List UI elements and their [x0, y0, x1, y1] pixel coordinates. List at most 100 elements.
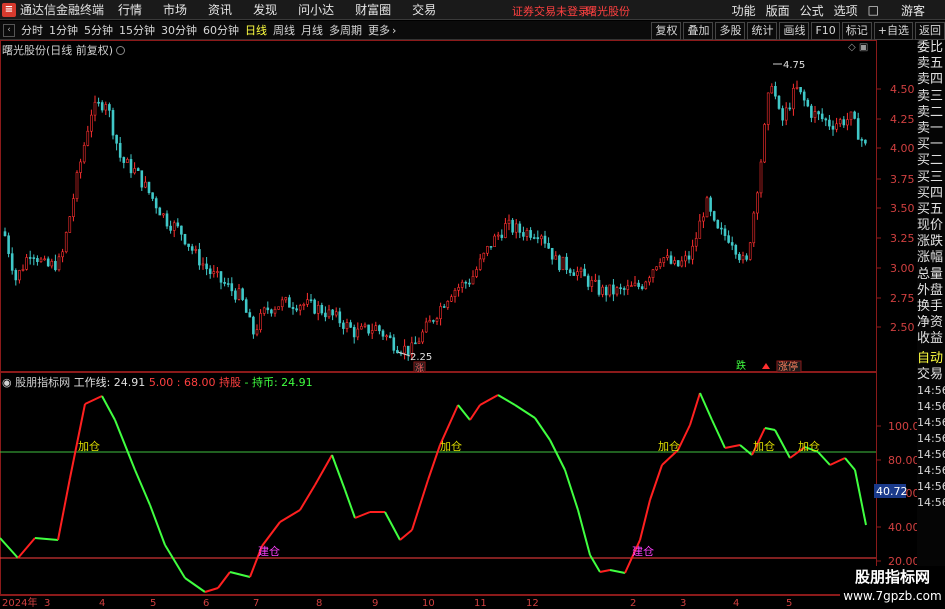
x-tick: 4: [733, 598, 739, 609]
side-label[interactable]: 现价: [917, 218, 945, 234]
candle-body: [154, 198, 158, 209]
up-triangle-icon: [762, 363, 770, 369]
side-label[interactable]: 委比: [917, 40, 945, 56]
x-tick: 3: [44, 598, 50, 609]
candle-body: [10, 253, 14, 271]
side-label[interactable]: 换手: [917, 299, 945, 315]
candle-body: [367, 324, 370, 334]
back-button[interactable]: 返回: [915, 21, 945, 40]
side-label[interactable]: 涨幅: [917, 250, 945, 266]
candle-body: [320, 304, 324, 314]
indicator-name[interactable]: 股朋指标网: [15, 376, 70, 389]
side-label[interactable]: 买三: [917, 170, 945, 186]
candle-body: [565, 256, 568, 270]
side-label[interactable]: 卖一: [917, 121, 945, 137]
indicator-segment: [479, 394, 499, 406]
candle-body: [360, 326, 363, 330]
candle-body: [273, 309, 277, 314]
indicator-segment: [649, 464, 663, 501]
candle-body: [298, 305, 302, 311]
candle-body: [270, 309, 273, 314]
price-tick: 3.75: [890, 173, 915, 186]
candle-body: [810, 105, 813, 118]
candle-body: [266, 307, 270, 311]
candle-body: [414, 342, 417, 345]
candle-body: [36, 258, 39, 262]
candle-body: [550, 247, 554, 260]
candle-body: [50, 260, 54, 267]
candle-body: [741, 255, 745, 261]
candle-body: [165, 213, 169, 227]
candle-body: [309, 299, 313, 302]
side-label[interactable]: 卖五: [917, 56, 945, 72]
candle-body: [723, 228, 727, 236]
candle-body: [604, 286, 608, 296]
candle-body: [694, 238, 698, 247]
indicator-series: [0, 392, 867, 593]
price-tick: 3.00: [890, 262, 915, 275]
candle-body: [313, 299, 316, 314]
candle-body: [104, 104, 108, 111]
side-label[interactable]: 买四: [917, 186, 945, 202]
candle-body: [223, 281, 226, 284]
candle-body: [316, 304, 320, 314]
candle-body: [673, 260, 676, 264]
side-label[interactable]: 卖四: [917, 72, 945, 88]
auto-label[interactable]: 自动: [917, 351, 945, 367]
candle-body: [543, 235, 547, 244]
candle-body: [522, 232, 525, 237]
candle-body: [756, 192, 759, 214]
settings-dot-icon[interactable]: [116, 46, 126, 55]
trade-label[interactable]: 交易: [917, 367, 945, 383]
candle-body: [284, 297, 288, 301]
indicator-segment: [689, 392, 701, 426]
side-label[interactable]: 买二: [917, 153, 945, 169]
indicator-settings-icon[interactable]: ◉: [2, 376, 12, 389]
trade-time: 14:56: [917, 479, 945, 493]
indicator-segment: [817, 451, 831, 466]
indicator-lines: [0, 451, 876, 559]
indicator-panel-frame: [0, 372, 877, 595]
trade-time: 14:56: [917, 399, 945, 413]
candle-body: [126, 159, 129, 163]
candle-body: [846, 119, 849, 126]
candle-body: [43, 258, 46, 261]
trade-time: 14:56: [917, 431, 945, 445]
indicator-segment: [457, 404, 471, 421]
side-label[interactable]: 涨跌: [917, 234, 945, 250]
candle-body: [277, 306, 280, 310]
candle-body: [655, 266, 658, 271]
candle-body: [219, 271, 223, 283]
candle-body: [14, 270, 18, 281]
price-tick: 4.25: [890, 113, 915, 126]
candle-body: [709, 197, 712, 212]
candle-body: [28, 257, 32, 259]
side-label[interactable]: 净资: [917, 315, 945, 331]
indicator-segment: [854, 469, 867, 526]
chart-corner-icons[interactable]: ◇ ▣: [848, 42, 868, 53]
indicator-tick: 100.00: [888, 420, 917, 433]
current-value-label: 40.72: [876, 485, 908, 498]
side-label[interactable]: 总量: [917, 267, 945, 283]
x-tick: 6: [203, 598, 209, 609]
candle-body: [806, 99, 810, 107]
candle-body: [144, 181, 147, 188]
indicator-segment: [439, 404, 459, 446]
candle-body: [194, 249, 198, 251]
candle-body: [133, 168, 136, 174]
candle-body: [547, 243, 550, 249]
side-label[interactable]: 买一: [917, 137, 945, 153]
chart-canvas[interactable]: 4.50 4.25 4.00 3.75 3.50 3.25 3.00 2.75 …: [0, 0, 917, 609]
candle-body: [428, 320, 432, 323]
indicator-segment: [217, 571, 231, 589]
side-label[interactable]: 卖二: [917, 105, 945, 121]
side-label[interactable]: 外盘: [917, 283, 945, 299]
candle-body: [460, 281, 464, 288]
indicator-segment: [829, 457, 846, 466]
candle-body: [176, 222, 180, 227]
candle-body: [201, 263, 205, 266]
candle-body: [72, 198, 75, 217]
side-label[interactable]: 买五: [917, 202, 945, 218]
side-label[interactable]: 卖三: [917, 89, 945, 105]
side-label[interactable]: 收益: [917, 331, 945, 347]
